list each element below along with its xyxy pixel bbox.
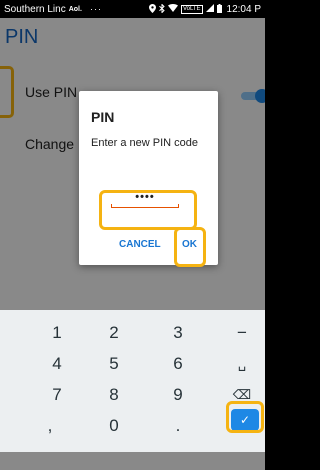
key-1[interactable]: 1: [37, 320, 77, 346]
key-9[interactable]: 9: [158, 382, 198, 408]
key-0[interactable]: 0: [94, 413, 134, 439]
key-3[interactable]: 3: [158, 320, 198, 346]
numeric-keyboard: 1 2 3 − 4 5 6 ␣ 7 8 9 ⌫ , 0 . ✓: [0, 310, 265, 452]
bluetooth-icon: [159, 2, 165, 15]
key-5[interactable]: 5: [94, 351, 134, 377]
key-4[interactable]: 4: [37, 351, 77, 377]
status-bar: Southern Linc Aol. ··· VoLTE 12:04 P: [0, 0, 265, 18]
highlight-box-ok: [174, 227, 206, 267]
wifi-icon: [167, 4, 178, 14]
overflow-icon: ···: [89, 4, 102, 14]
highlight-box-enter: [226, 401, 264, 433]
key-6[interactable]: 6: [158, 351, 198, 377]
key-comma[interactable]: ,: [30, 413, 70, 439]
cancel-button[interactable]: CANCEL: [119, 239, 161, 250]
screen: Southern Linc Aol. ··· VoLTE 12:04 P PIN…: [0, 0, 265, 470]
carrier-name: Southern Linc: [4, 3, 66, 15]
space-icon[interactable]: ␣: [222, 351, 262, 377]
battery-icon: [216, 3, 222, 15]
clock: 12:04 P: [226, 3, 261, 15]
lte-icon: VoLTE: [180, 4, 203, 14]
key-period[interactable]: .: [158, 413, 198, 439]
location-icon: [148, 3, 156, 15]
carrier-badge: Aol.: [68, 5, 82, 13]
key-2[interactable]: 2: [94, 320, 134, 346]
dialog-message: Enter a new PIN code: [91, 137, 199, 149]
highlight-box-input: [99, 190, 197, 230]
dialog-title: PIN: [91, 109, 115, 125]
signal-icon: [205, 4, 214, 14]
key-8[interactable]: 8: [94, 382, 134, 408]
key-minus[interactable]: −: [222, 320, 262, 346]
key-7[interactable]: 7: [37, 382, 77, 408]
pin-dialog: PIN Enter a new PIN code •••• CANCEL OK: [79, 91, 218, 267]
status-icons: VoLTE 12:04 P: [148, 2, 261, 15]
